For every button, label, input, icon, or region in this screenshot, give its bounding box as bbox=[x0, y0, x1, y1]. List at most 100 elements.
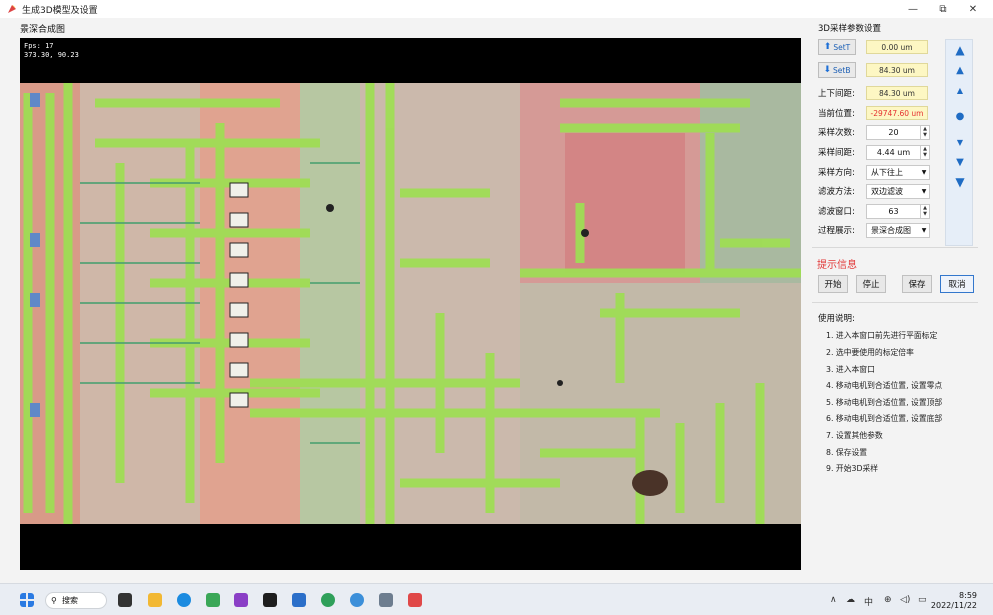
set-top-label: SetT bbox=[833, 42, 851, 52]
coord-readout: 373.30, 90.23 bbox=[24, 51, 79, 59]
spacing-stepper[interactable]: 4.44 um ▲ ▼ bbox=[866, 144, 930, 160]
usage-item: 8. 保存设置 bbox=[826, 448, 868, 457]
samples-stepper[interactable]: 20 ▲ ▼ bbox=[866, 124, 930, 140]
chevron-down-icon: ▼ bbox=[921, 226, 927, 234]
window-value: 63 bbox=[888, 206, 899, 216]
jog-down-small-icon[interactable]: ▼ bbox=[950, 134, 970, 150]
fps-readout: Fps: 17 bbox=[24, 42, 54, 50]
windows-start-icon[interactable] bbox=[20, 593, 34, 607]
globe-icon[interactable]: ⊕ bbox=[884, 595, 892, 605]
browser-icon[interactable] bbox=[321, 593, 335, 607]
filter-value: 双边滤波 bbox=[871, 186, 903, 196]
up-arrow-icon: ⬆ bbox=[823, 42, 832, 52]
taskbar-search[interactable]: ⚲ 搜索 bbox=[45, 592, 107, 609]
search-icon: ⚲ bbox=[51, 596, 57, 605]
minimize-button[interactable]: — bbox=[898, 0, 928, 18]
start-button[interactable]: 开始 bbox=[818, 275, 848, 293]
position-value: -29747.60 um bbox=[866, 106, 928, 120]
direction-row: 采样方向: 从下往上 ▼ bbox=[818, 164, 930, 180]
cloud-icon[interactable]: ☁ bbox=[846, 595, 855, 605]
filter-select[interactable]: 双边滤波 ▼ bbox=[866, 183, 930, 199]
taskbar: ⚲ 搜索 ∧ ☁ 中 ⊕ ◁) ▭ 8:59 2022/11/22 bbox=[0, 583, 993, 615]
jog-stop-icon[interactable]: ● bbox=[950, 108, 970, 124]
jog-down-medium-icon[interactable]: ▼ bbox=[950, 154, 970, 170]
direction-label: 采样方向: bbox=[818, 168, 855, 178]
distance-row: 上下间距: 84.30 um bbox=[818, 85, 928, 101]
network-app-icon[interactable] bbox=[350, 593, 364, 607]
remote-desktop-icon[interactable] bbox=[379, 593, 393, 607]
set-bottom-label: SetB bbox=[833, 65, 851, 75]
terminal-icon[interactable] bbox=[263, 593, 277, 607]
notepad-icon[interactable] bbox=[292, 593, 306, 607]
set-top-button[interactable]: ⬆ SetT bbox=[818, 39, 856, 55]
window-row: 滤波窗口: 63 ▲ ▼ bbox=[818, 203, 930, 219]
display-select[interactable]: 景深合成图 ▼ bbox=[866, 222, 930, 238]
maximize-button[interactable]: ⧉ bbox=[928, 0, 958, 18]
close-button[interactable]: ✕ bbox=[958, 0, 988, 18]
preview-canvas[interactable]: Fps: 17 373.30, 90.23 bbox=[20, 38, 801, 570]
spacing-value: 4.44 um bbox=[876, 147, 911, 157]
app-window: 生成3D模型及设置 — ⧉ ✕ 景深合成图 Fps: 17 373.30, 90… bbox=[0, 0, 993, 583]
window-label: 滤波窗口: bbox=[818, 207, 855, 217]
file-explorer-icon[interactable] bbox=[148, 593, 162, 607]
app-logo-icon bbox=[8, 5, 16, 13]
usage-item: 3. 进入本窗口 bbox=[826, 365, 875, 374]
samples-label: 采样次数: bbox=[818, 128, 855, 138]
usage-item: 1. 进入本窗口前先进行平面标定 bbox=[826, 331, 938, 340]
system-clock[interactable]: 8:59 2022/11/22 bbox=[931, 591, 977, 611]
visual-studio-icon[interactable] bbox=[234, 593, 248, 607]
motor-jog-panel: ▲ ▲ ▲ ● ▼ ▼ ▼ bbox=[945, 39, 973, 246]
input-method-icon[interactable]: 中 bbox=[864, 595, 873, 608]
set-top-value: 0.00 um bbox=[866, 40, 928, 54]
usage-item: 6. 移动电机到合适位置, 设置底部 bbox=[826, 414, 943, 423]
set-bottom-value: 84.30 um bbox=[866, 63, 928, 77]
spacing-label: 采样间距: bbox=[818, 148, 855, 158]
direction-select[interactable]: 从下往上 ▼ bbox=[866, 164, 930, 180]
wechat-icon[interactable] bbox=[206, 593, 220, 607]
down-arrow-icon: ⬇ bbox=[823, 65, 832, 75]
usage-title: 使用说明: bbox=[818, 314, 855, 324]
jog-up-medium-icon[interactable]: ▲ bbox=[950, 62, 970, 78]
divider bbox=[812, 247, 978, 248]
active-app-icon[interactable] bbox=[408, 593, 422, 607]
distance-label: 上下间距: bbox=[818, 89, 855, 99]
save-button[interactable]: 保存 bbox=[902, 275, 932, 293]
preview-overlay: Fps: 17 373.30, 90.23 bbox=[24, 42, 79, 60]
usage-item: 5. 移动电机到合适位置, 设置顶部 bbox=[826, 398, 943, 407]
edge-browser-icon[interactable] bbox=[177, 593, 191, 607]
direction-value: 从下往上 bbox=[871, 167, 903, 177]
usage-item: 4. 移动电机到合适位置, 设置零点 bbox=[826, 381, 943, 390]
samples-value: 20 bbox=[888, 127, 899, 137]
panel-title: 3D采样参数设置 bbox=[818, 24, 881, 34]
battery-icon[interactable]: ▭ bbox=[918, 595, 927, 605]
stepper-arrows-icon[interactable]: ▲ ▼ bbox=[920, 145, 929, 159]
stepper-arrows-icon[interactable]: ▲ ▼ bbox=[920, 125, 929, 139]
jog-down-large-icon[interactable]: ▼ bbox=[950, 174, 970, 190]
stop-button[interactable]: 停止 bbox=[856, 275, 886, 293]
filter-label: 滤波方法: bbox=[818, 187, 855, 197]
display-label: 过程展示: bbox=[818, 226, 855, 236]
window-stepper[interactable]: 63 ▲ ▼ bbox=[866, 203, 930, 219]
set-bottom-button[interactable]: ⬇ SetB bbox=[818, 62, 856, 78]
chip-image bbox=[20, 83, 801, 524]
cancel-button[interactable]: 取消 bbox=[940, 275, 974, 293]
set-bottom-row: ⬇ SetB 84.30 um bbox=[818, 62, 928, 78]
title-bar: 生成3D模型及设置 — ⧉ ✕ bbox=[0, 0, 993, 18]
display-row: 过程展示: 景深合成图 ▼ bbox=[818, 222, 930, 238]
jog-up-small-icon[interactable]: ▲ bbox=[950, 82, 970, 98]
usage-item: 2. 选中要使用的标定倍率 bbox=[826, 348, 914, 357]
divider bbox=[812, 302, 978, 303]
clock-time: 8:59 bbox=[959, 591, 977, 600]
display-value: 景深合成图 bbox=[871, 225, 911, 235]
set-top-row: ⬆ SetT 0.00 um bbox=[818, 39, 928, 55]
tray-expand-icon[interactable]: ∧ bbox=[830, 595, 837, 605]
chevron-down-icon: ▼ bbox=[921, 168, 927, 176]
position-label: 当前位置: bbox=[818, 109, 855, 119]
jog-up-large-icon[interactable]: ▲ bbox=[950, 42, 970, 58]
volume-icon[interactable]: ◁) bbox=[900, 595, 910, 605]
hint-label: 提示信息 bbox=[817, 260, 857, 271]
spacing-row: 采样间距: 4.44 um ▲ ▼ bbox=[818, 144, 930, 160]
task-view-icon[interactable] bbox=[118, 593, 132, 607]
chevron-down-icon: ▼ bbox=[921, 187, 927, 195]
stepper-arrows-icon[interactable]: ▲ ▼ bbox=[920, 204, 929, 218]
